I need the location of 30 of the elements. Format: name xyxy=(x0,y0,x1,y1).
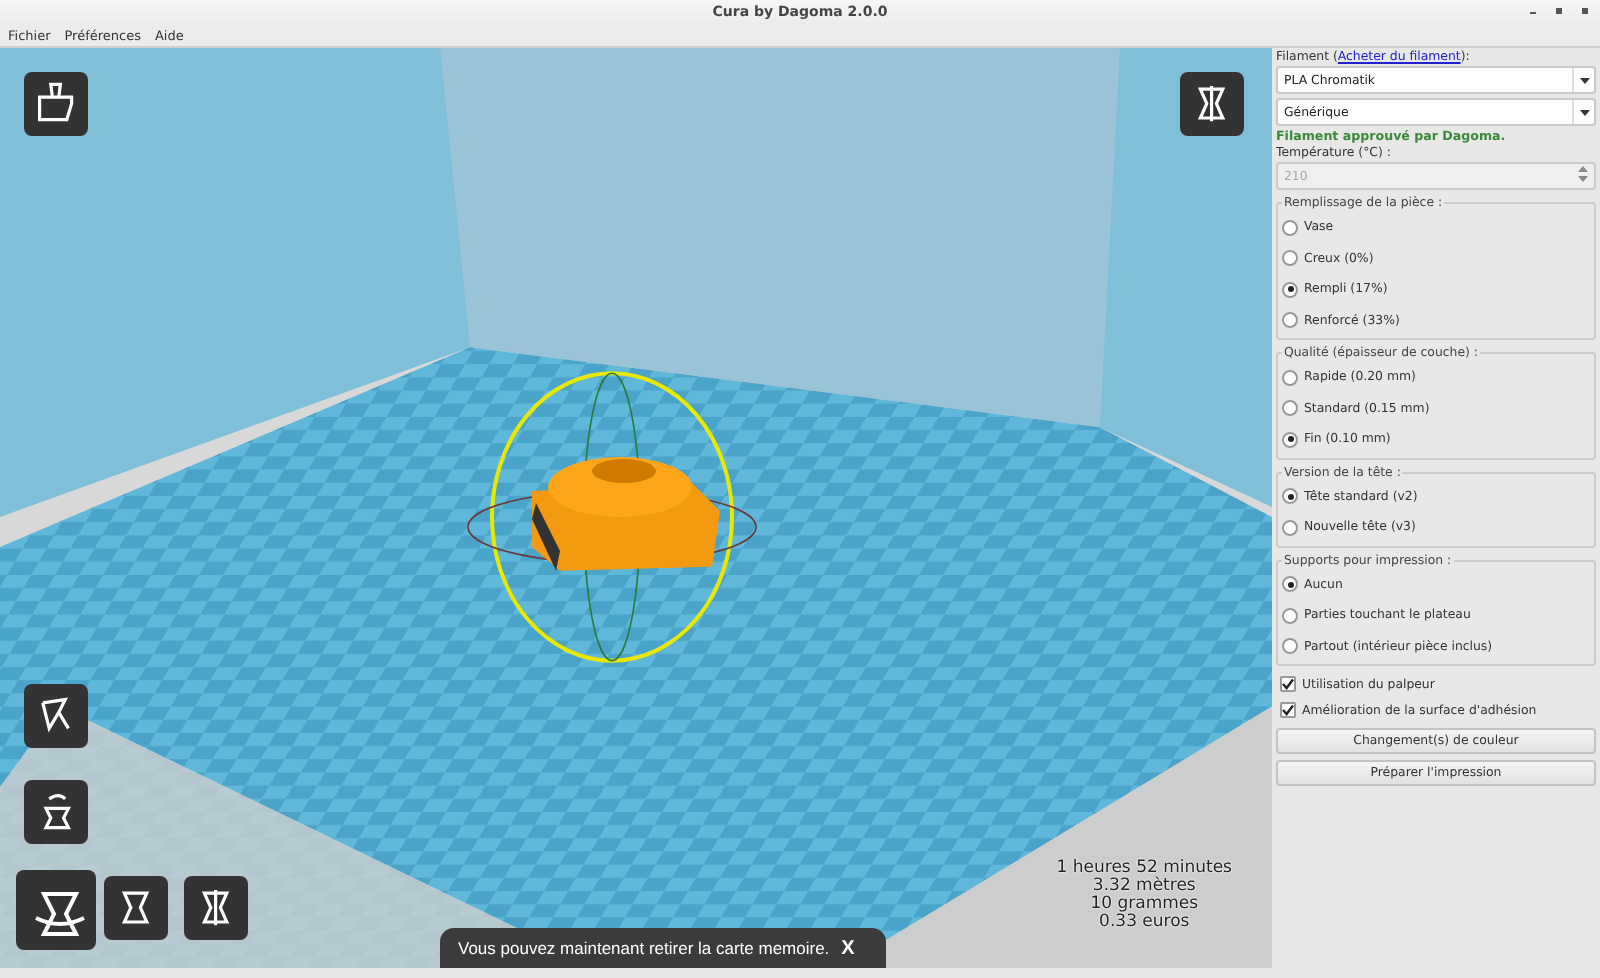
radio-button[interactable] xyxy=(1282,250,1298,267)
tool-button[interactable] xyxy=(24,72,88,136)
tool-button[interactable] xyxy=(104,876,168,940)
tool-button[interactable] xyxy=(24,684,88,748)
checkbox[interactable] xyxy=(1280,702,1296,718)
tool-button[interactable] xyxy=(1180,72,1244,136)
radio-button[interactable] xyxy=(1282,431,1298,448)
radio-button[interactable] xyxy=(1282,488,1298,505)
radio-button[interactable] xyxy=(1282,400,1298,417)
checkbox[interactable] xyxy=(1280,676,1296,692)
close-button[interactable]: X xyxy=(841,937,855,959)
print-estimate: 3.32 mètres xyxy=(1092,878,1196,896)
radio-button[interactable] xyxy=(1282,519,1298,536)
notification-text: Vous pouvez maintenant retirer la carte memoire. xyxy=(458,938,830,958)
print-estimate: 0.33 euros xyxy=(1099,914,1190,932)
caret-icon xyxy=(1579,77,1589,83)
print-estimate: 10 grammes xyxy=(1090,896,1199,914)
spin-arrows-icon xyxy=(1578,166,1588,182)
radio-button[interactable] xyxy=(1282,638,1298,655)
print-estimate: 1 heures 52 minutes xyxy=(1056,860,1232,878)
radio-button[interactable] xyxy=(1282,576,1298,593)
tool-button[interactable] xyxy=(184,876,248,940)
radio-button[interactable] xyxy=(1282,281,1298,298)
radio-button[interactable] xyxy=(1282,607,1298,624)
radio-button[interactable] xyxy=(1282,219,1298,236)
radio-button[interactable] xyxy=(1282,312,1298,329)
tool-button[interactable] xyxy=(16,870,96,950)
caret-icon xyxy=(1579,109,1589,115)
radio-button[interactable] xyxy=(1282,369,1298,386)
tool-button[interactable] xyxy=(24,780,88,844)
